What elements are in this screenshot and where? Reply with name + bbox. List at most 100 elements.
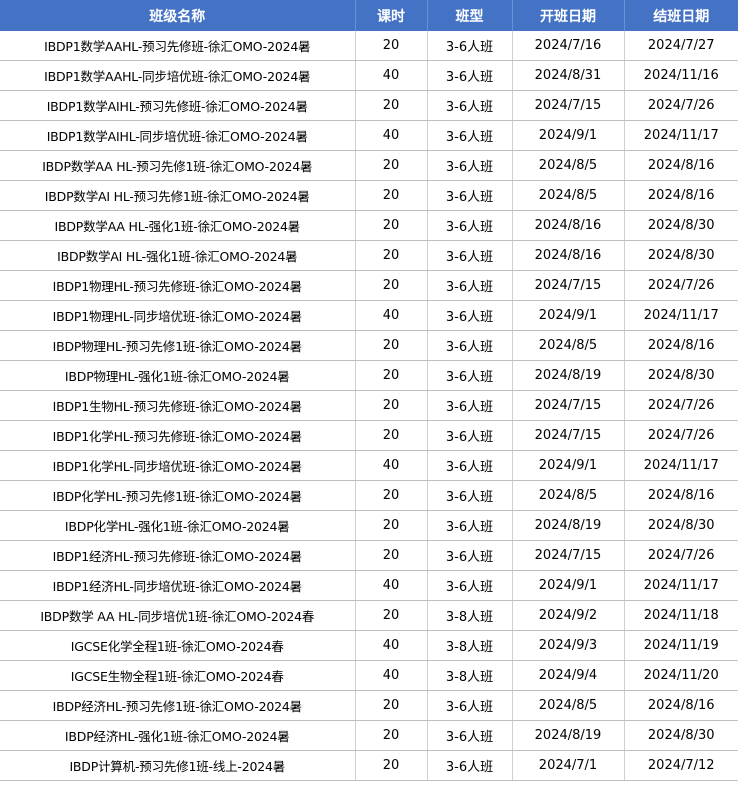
cell-class-type: 3-6人班 <box>427 480 513 511</box>
cell-end-date: 2024/7/26 <box>624 270 738 301</box>
cell-end-date: 2024/8/16 <box>624 690 738 721</box>
cell-start-date: 2024/8/19 <box>512 720 625 751</box>
cell-end-date: 2024/8/16 <box>624 180 738 211</box>
cell-hours: 20 <box>355 31 428 61</box>
table-row: IBDP1经济HL-预习先修班-徐汇OMO-2024暑 20 3-6人班 2024/7… <box>0 540 738 571</box>
table-row: IGCSE化学全程1班-徐汇OMO-2024春 40 3-8人班 2024/9/3 20… <box>0 630 738 661</box>
table-row: IBDP1化学HL-同步培优班-徐汇OMO-2024暑 40 3-6人班 2024/9… <box>0 450 738 481</box>
cell-hours: 20 <box>355 90 428 121</box>
cell-hours: 40 <box>355 450 428 481</box>
table-row: IBDP化学HL-预习先修1班-徐汇OMO-2024暑 20 3-6人班 2024/8… <box>0 480 738 511</box>
cell-hours: 20 <box>355 540 428 571</box>
cell-end-date: 2024/8/16 <box>624 480 738 511</box>
cell-class-type: 3-8人班 <box>427 630 513 661</box>
cell-end-date: 2024/8/16 <box>624 150 738 181</box>
cell-class-type: 3-6人班 <box>427 510 513 541</box>
cell-class-name: IBDP化学HL-预习先修1班-徐汇OMO-2024暑 <box>0 480 356 511</box>
table-row: IBDP计算机-预习先修1班-线上-2024暑 20 3-6人班 2024/7/1 20… <box>0 750 738 781</box>
cell-class-name: IBDP经济HL-强化1班-徐汇OMO-2024暑 <box>0 720 356 751</box>
cell-hours: 20 <box>355 180 428 211</box>
cell-class-type: 3-6人班 <box>427 570 513 601</box>
cell-class-type: 3-6人班 <box>427 31 513 61</box>
cell-hours: 40 <box>355 660 428 691</box>
table-row: IBDP1经济HL-同步培优班-徐汇OMO-2024暑 40 3-6人班 2024/9… <box>0 570 738 601</box>
cell-start-date: 2024/7/1 <box>512 750 625 781</box>
cell-class-name: IBDP计算机-预习先修1班-线上-2024暑 <box>0 750 356 781</box>
table-row: IBDP数学AI HL-预习先修1班-徐汇OMO-2024暑 20 3-6人班 202… <box>0 180 738 211</box>
cell-hours: 20 <box>355 330 428 361</box>
cell-end-date: 2024/11/20 <box>624 660 738 691</box>
cell-class-name: IBDP数学AA HL-强化1班-徐汇OMO-2024暑 <box>0 210 356 241</box>
cell-start-date: 2024/7/16 <box>512 31 625 61</box>
header-class-name: 班级名称 <box>0 0 356 31</box>
table-row: IBDP1化学HL-预习先修班-徐汇OMO-2024暑 20 3-6人班 2024/7… <box>0 420 738 451</box>
cell-class-type: 3-6人班 <box>427 420 513 451</box>
table-row: IBDP1数学AIHL-同步培优班-徐汇OMO-2024暑 40 3-6人班 2024… <box>0 120 738 151</box>
cell-class-type: 3-6人班 <box>427 360 513 391</box>
cell-hours: 20 <box>355 270 428 301</box>
table-row: IBDP1生物HL-预习先修班-徐汇OMO-2024暑 20 3-6人班 2024/7… <box>0 390 738 421</box>
cell-start-date: 2024/8/16 <box>512 210 625 241</box>
cell-end-date: 2024/11/17 <box>624 300 738 331</box>
cell-start-date: 2024/8/16 <box>512 240 625 271</box>
cell-start-date: 2024/9/1 <box>512 450 625 481</box>
cell-class-type: 3-6人班 <box>427 210 513 241</box>
cell-start-date: 2024/9/1 <box>512 120 625 151</box>
cell-start-date: 2024/7/15 <box>512 390 625 421</box>
cell-hours: 40 <box>355 60 428 91</box>
cell-hours: 40 <box>355 570 428 601</box>
cell-class-name: IBDP1化学HL-同步培优班-徐汇OMO-2024暑 <box>0 450 356 481</box>
cell-class-type: 3-6人班 <box>427 390 513 421</box>
cell-hours: 20 <box>355 600 428 631</box>
cell-class-name: IBDP数学AI HL-强化1班-徐汇OMO-2024暑 <box>0 240 356 271</box>
table-row: IBDP1数学AIHL-预习先修班-徐汇OMO-2024暑 20 3-6人班 2024… <box>0 90 738 121</box>
cell-start-date: 2024/7/15 <box>512 90 625 121</box>
cell-class-name: IBDP1化学HL-预习先修班-徐汇OMO-2024暑 <box>0 420 356 451</box>
cell-start-date: 2024/8/5 <box>512 480 625 511</box>
cell-end-date: 2024/11/19 <box>624 630 738 661</box>
cell-class-name: IBDP经济HL-预习先修1班-徐汇OMO-2024暑 <box>0 690 356 721</box>
cell-end-date: 2024/8/30 <box>624 510 738 541</box>
header-start-date: 开班日期 <box>512 0 625 31</box>
cell-end-date: 2024/11/18 <box>624 600 738 631</box>
table-row: IBDP1物理HL-同步培优班-徐汇OMO-2024暑 40 3-6人班 2024/9… <box>0 300 738 331</box>
cell-end-date: 2024/7/27 <box>624 31 738 61</box>
table-row: IBDP数学AA HL-强化1班-徐汇OMO-2024暑 20 3-6人班 2024/… <box>0 210 738 241</box>
cell-end-date: 2024/7/26 <box>624 420 738 451</box>
cell-hours: 40 <box>355 630 428 661</box>
table-row: IBDP1物理HL-预习先修班-徐汇OMO-2024暑 20 3-6人班 2024/7… <box>0 270 738 301</box>
course-schedule-table: 班级名称 课时 班型 开班日期 结班日期 IBDP1数学AAHL-预习先修班-徐… <box>0 0 738 781</box>
cell-class-name: IBDP1经济HL-预习先修班-徐汇OMO-2024暑 <box>0 540 356 571</box>
cell-hours: 20 <box>355 480 428 511</box>
cell-class-type: 3-6人班 <box>427 300 513 331</box>
cell-class-type: 3-6人班 <box>427 240 513 271</box>
cell-start-date: 2024/8/19 <box>512 360 625 391</box>
cell-hours: 20 <box>355 420 428 451</box>
cell-start-date: 2024/9/3 <box>512 630 625 661</box>
cell-class-name: IBDP1物理HL-预习先修班-徐汇OMO-2024暑 <box>0 270 356 301</box>
header-end-date: 结班日期 <box>624 0 738 31</box>
cell-end-date: 2024/7/26 <box>624 90 738 121</box>
cell-class-type: 3-6人班 <box>427 690 513 721</box>
cell-class-name: IBDP1数学AAHL-预习先修班-徐汇OMO-2024暑 <box>0 31 356 61</box>
cell-start-date: 2024/9/4 <box>512 660 625 691</box>
cell-class-name: IBDP1数学AIHL-同步培优班-徐汇OMO-2024暑 <box>0 120 356 151</box>
cell-class-type: 3-6人班 <box>427 540 513 571</box>
cell-end-date: 2024/11/17 <box>624 450 738 481</box>
cell-class-type: 3-6人班 <box>427 720 513 751</box>
cell-class-type: 3-6人班 <box>427 90 513 121</box>
cell-hours: 20 <box>355 720 428 751</box>
table-row: IBDP1数学AAHL-预习先修班-徐汇OMO-2024暑 20 3-6人班 2024… <box>0 31 738 61</box>
cell-class-type: 3-8人班 <box>427 660 513 691</box>
cell-hours: 40 <box>355 300 428 331</box>
cell-end-date: 2024/11/17 <box>624 570 738 601</box>
cell-end-date: 2024/11/16 <box>624 60 738 91</box>
cell-class-name: IBDP1生物HL-预习先修班-徐汇OMO-2024暑 <box>0 390 356 421</box>
cell-class-name: IGCSE生物全程1班-徐汇OMO-2024春 <box>0 660 356 691</box>
cell-class-name: IBDP化学HL-强化1班-徐汇OMO-2024暑 <box>0 510 356 541</box>
table-row: IBDP数学AI HL-强化1班-徐汇OMO-2024暑 20 3-6人班 2024/… <box>0 240 738 271</box>
cell-hours: 20 <box>355 150 428 181</box>
cell-end-date: 2024/8/16 <box>624 330 738 361</box>
cell-hours: 20 <box>355 360 428 391</box>
cell-start-date: 2024/8/5 <box>512 330 625 361</box>
